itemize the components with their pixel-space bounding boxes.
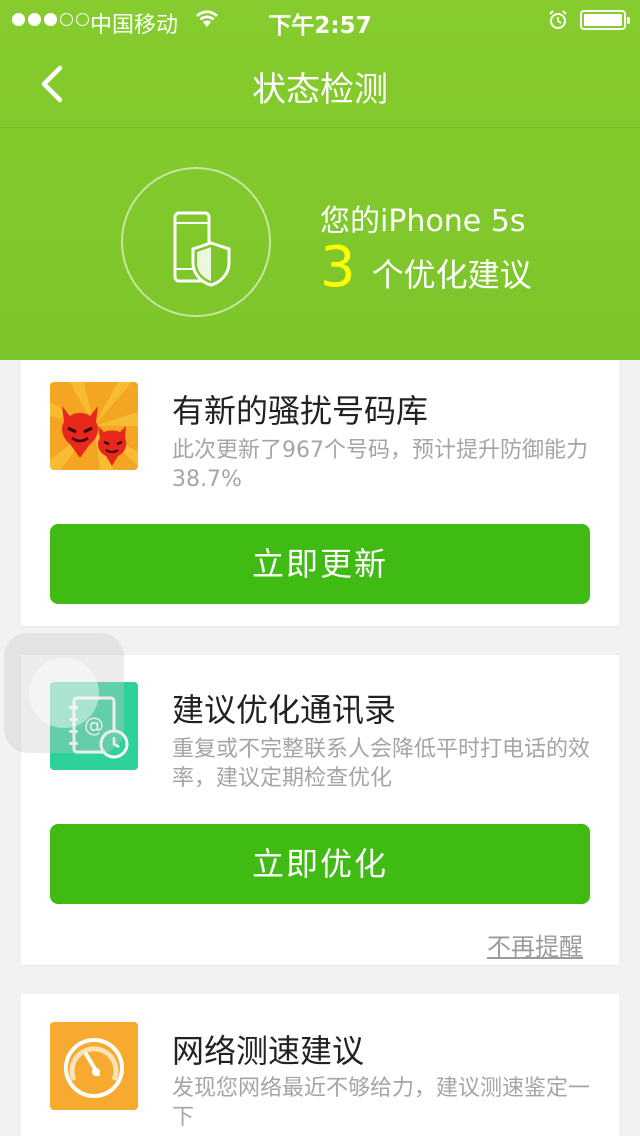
card-description: 发现您网络最近不够给力，建议测速鉴定一下	[172, 1076, 591, 1130]
suggestion-label: 个优化建议	[371, 256, 532, 294]
network-speed-card: 网络测速建议 发现您网络最近不够给力，建议测速鉴定一下	[21, 994, 619, 1136]
card-description: 重复或不完整联系人会降低平时打电话的效率，建议定期检查优化	[172, 737, 591, 791]
device-status-ring	[121, 167, 271, 317]
spam-database-card: 有新的骚扰号码库 此次更新了967个号码，预计提升防御能力38.7% 立即更新	[21, 360, 619, 626]
dont-remind-link[interactable]: 不再提醒	[487, 927, 583, 962]
suggestion-summary: 3 个优化建议	[320, 240, 532, 296]
device-name: 您的iPhone 5s	[320, 204, 526, 239]
status-bar: 中国移动 下午2:57	[0, 0, 640, 40]
navigation-bar: 状态检测	[0, 40, 640, 128]
phone-shield-icon	[173, 211, 231, 287]
card-description: 此次更新了967个号码，预计提升防御能力38.7%	[172, 438, 588, 492]
update-now-button[interactable]: 立即更新	[50, 524, 590, 604]
card-title: 建议优化通讯录	[172, 691, 397, 729]
clock: 下午2:57	[268, 13, 372, 39]
alarm-icon	[549, 10, 567, 29]
battery-icon	[580, 10, 630, 30]
optimize-now-button[interactable]: 立即优化	[50, 824, 590, 904]
header: 中国移动 下午2:57 状态检测 您的iPhone 5s 3 个优化建议	[0, 0, 640, 360]
speedometer-icon	[50, 1022, 138, 1110]
card-title: 有新的骚扰号码库	[172, 392, 429, 430]
assistive-touch-button[interactable]	[4, 633, 124, 753]
card-title: 网络测速建议	[172, 1032, 365, 1070]
page-title: 状态检测	[252, 70, 388, 110]
devil-spam-icon	[50, 382, 138, 470]
suggestion-count: 3	[320, 235, 356, 300]
